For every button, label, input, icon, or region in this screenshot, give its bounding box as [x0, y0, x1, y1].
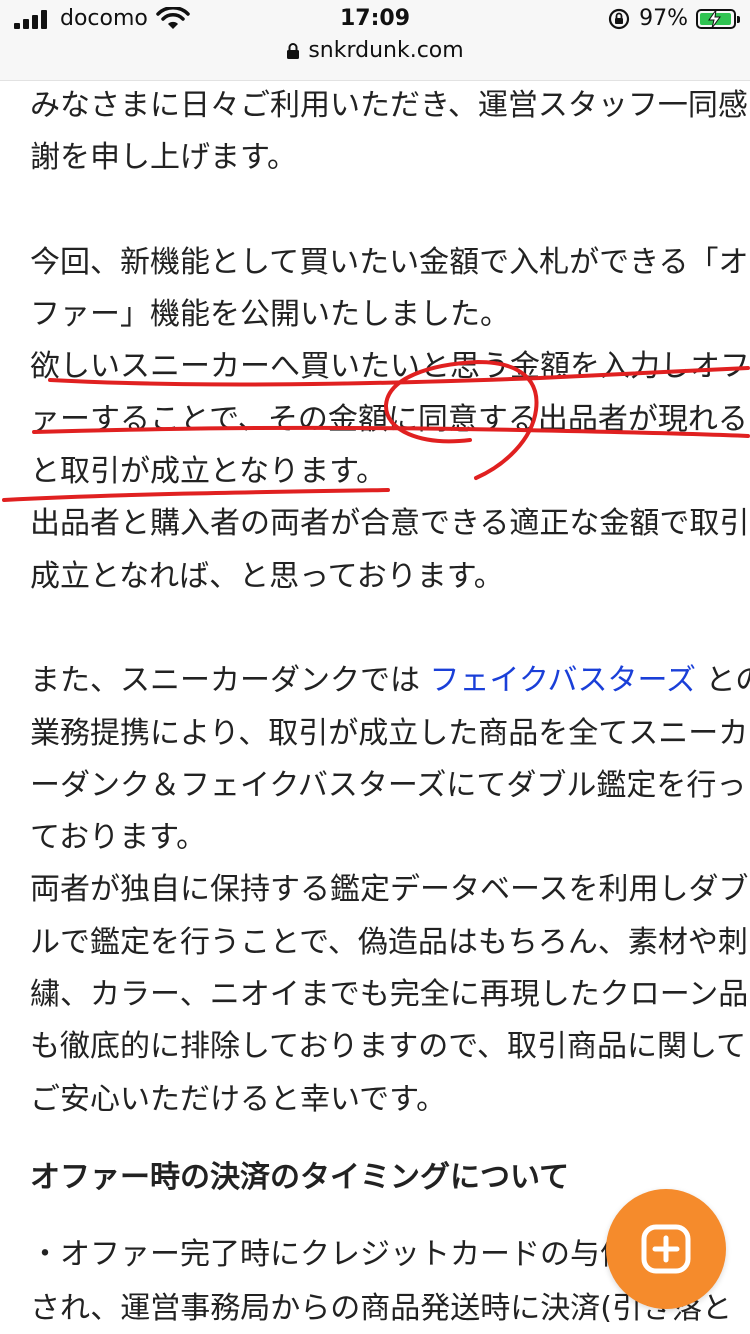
- text-line: ております。: [30, 820, 207, 856]
- rotation-lock-icon: [608, 8, 630, 29]
- url-bar[interactable]: snkrdunk.com: [0, 38, 750, 63]
- text-line: 繍、カラー、ニオイまでも完全に再現したクローン品: [30, 977, 749, 1013]
- text-line: ルで鑑定を行うことで、偽造品はもちろん、素材や刺: [30, 924, 748, 960]
- new-post-button[interactable]: [606, 1189, 726, 1309]
- text-line: 欲しいスニーカーへ買いたいと思う金額を入力しオフ: [30, 349, 750, 385]
- text-line: 成立となれば、と思っております。: [30, 558, 504, 594]
- text-line: も徹底的に排除しておりますので、取引商品に関して: [30, 1029, 747, 1065]
- text-line: 出品者と購入者の両者が合意できる適正な金額で取引: [30, 506, 750, 542]
- text-segment: また、スニーカーダンクでは: [30, 663, 420, 699]
- status-right: 97%: [607, 6, 740, 31]
- fake-busters-link[interactable]: フェイクバスターズ: [430, 663, 696, 698]
- text-line: ーダンク＆フェイクバスターズにてダブル鑑定を行っ: [30, 767, 747, 803]
- section-heading: オファー時の決済のタイミングについて: [30, 1160, 570, 1195]
- text-line: ァーすることで、その金額に同意する出品者が現れる: [30, 401, 748, 437]
- plus-square-icon: [641, 1224, 691, 1274]
- charging-bolt-icon: [708, 9, 721, 28]
- text-line: と取引が成立となります。: [30, 454, 387, 490]
- text-line: ファー」機能を公開いたしました。: [30, 297, 510, 333]
- battery-percent: 97%: [639, 6, 688, 31]
- status-bar: docomo 17:09 97% snkrdunk.com: [0, 0, 750, 81]
- text-line: 謝を申し上げます。: [30, 140, 297, 176]
- text-line: 両者が独自に保持する鑑定データベースを利用しダブ: [30, 872, 749, 908]
- paragraph-fake-busters: また、スニーカーダンクでは フェイクバスターズ との 業務提携により、取引が成立…: [30, 655, 750, 1126]
- article-body: みなさまに日々ご利用いただき、運営スタッフ一同感 謝を申し上げます。 今回、新機…: [30, 80, 750, 1126]
- text-line: 業務提携により、取引が成立した商品を全てスニーカ: [30, 715, 749, 751]
- battery-icon: [696, 8, 740, 29]
- url-domain[interactable]: snkrdunk.com: [308, 38, 463, 63]
- text-line: ご安心いただけると幸いです。: [30, 1081, 447, 1117]
- text-line: みなさまに日々ご利用いただき、運営スタッフ一同感: [30, 88, 748, 123]
- paragraph-offer-feature: 今回、新機能として買いたい金額で入札ができる「オ ファー」機能を公開いたしました…: [30, 237, 750, 603]
- text-line: 今回、新機能として買いたい金額で入札ができる「オ: [30, 244, 749, 280]
- paragraph-thanks: みなさまに日々ご利用いただき、運営スタッフ一同感 謝を申し上げます。: [30, 80, 748, 185]
- lock-icon: [287, 42, 300, 59]
- battery-cap: [737, 15, 740, 23]
- text-segment: との: [705, 663, 750, 699]
- text-line: また、スニーカーダンクでは フェイクバスターズ との: [30, 655, 750, 707]
